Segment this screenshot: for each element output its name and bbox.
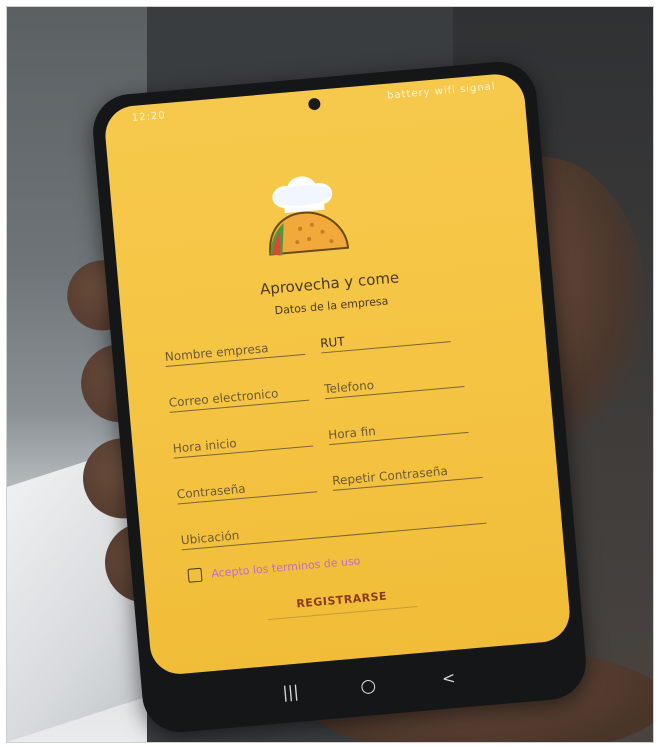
email-field[interactable]: Correo electronico [168,383,310,413]
register-button[interactable]: REGISTRARSE [266,587,418,621]
phone-field[interactable]: Telefono [323,370,465,400]
recents-icon[interactable]: ||| [282,682,300,702]
rut-field[interactable]: RUT [319,325,451,354]
start-time-field[interactable]: Hora inicio [172,429,314,459]
front-camera [307,97,321,111]
repeat-password-field[interactable]: Repetir Contraseña [331,460,483,491]
taco-chef-icon [246,169,364,278]
phone-screen: 12:20 battery wifi signal Aprovecha y co… [102,71,573,677]
password-field[interactable]: Contraseña [176,475,318,505]
home-icon[interactable]: ○ [359,675,376,697]
status-time: 12:20 [131,110,167,125]
end-time-field[interactable]: Hora fin [327,415,469,446]
terms-checkbox[interactable] [187,567,203,583]
status-bar: 12:20 battery wifi signal [103,72,525,135]
status-icons: battery wifi signal [386,81,497,102]
terms-row[interactable]: Acepto los terminos de uso [187,554,361,583]
terms-label[interactable]: Acepto los terminos de uso [211,554,361,580]
photo-frame: 12:20 battery wifi signal Aprovecha y co… [6,6,654,743]
smartphone: 12:20 battery wifi signal Aprovecha y co… [89,58,590,736]
back-icon[interactable]: < [441,668,456,688]
company-name-field[interactable]: Nombre empresa [164,337,306,368]
location-field[interactable]: Ubicación [180,506,487,551]
